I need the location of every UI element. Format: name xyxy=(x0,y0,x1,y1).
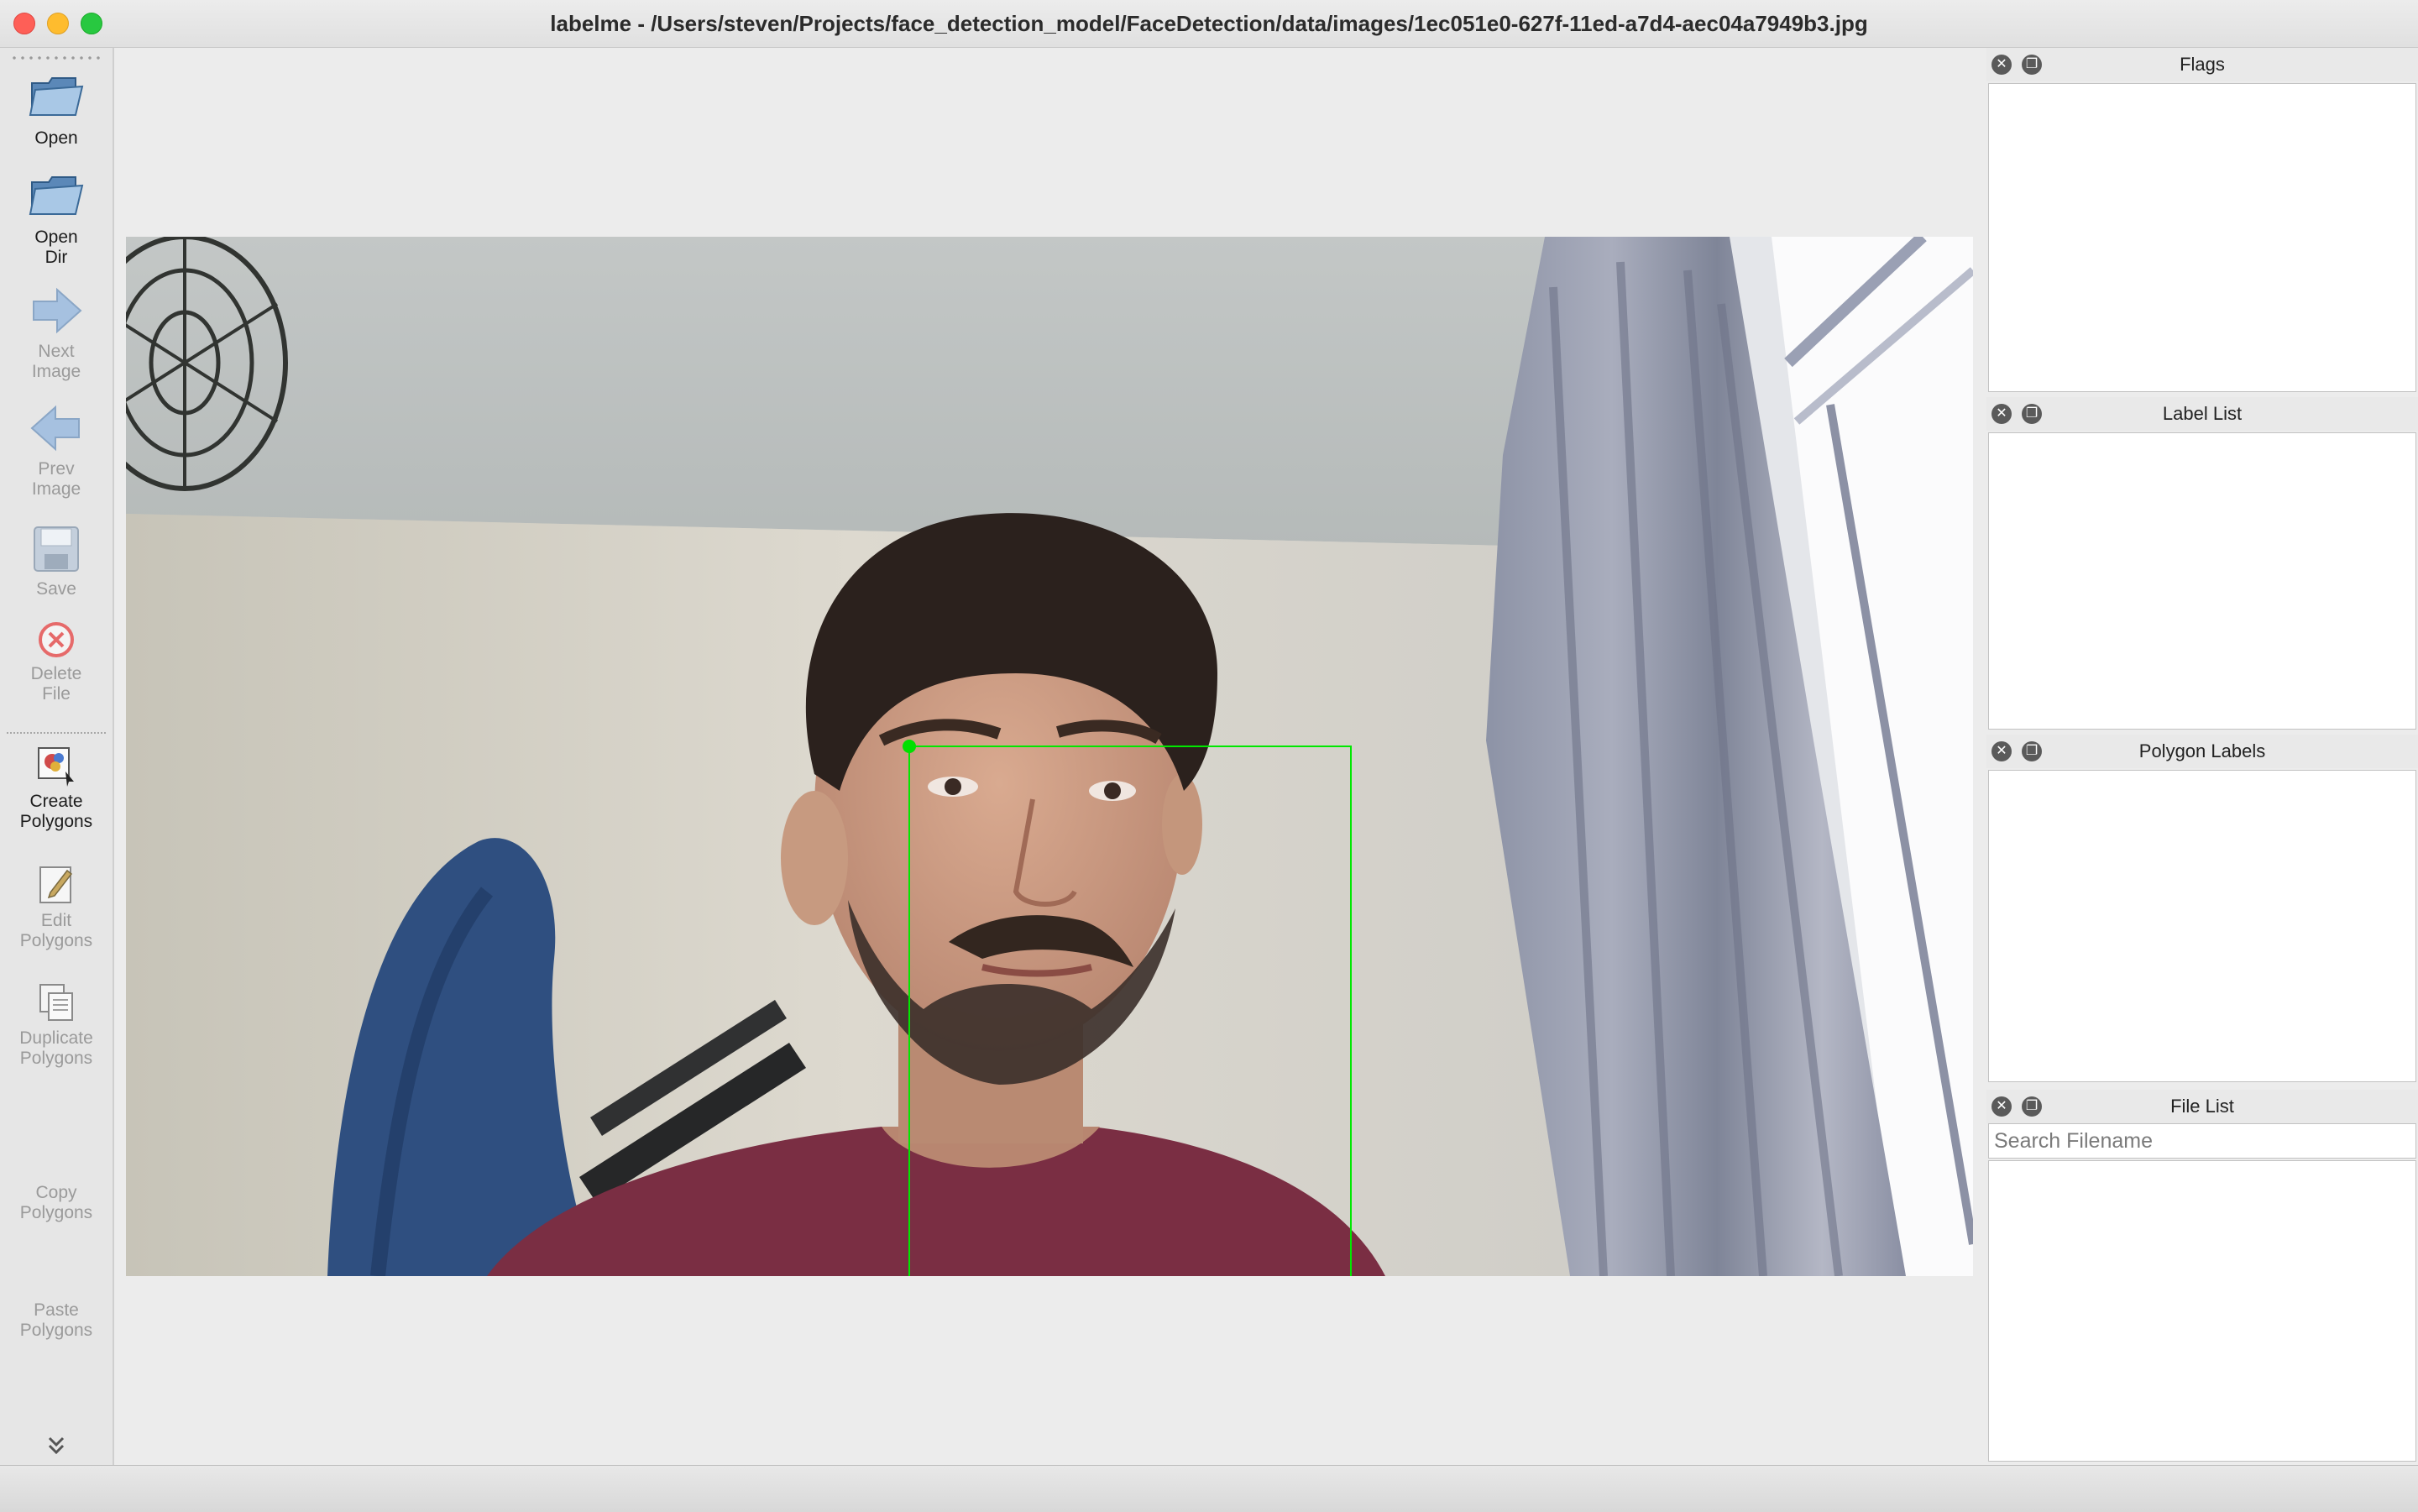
arrow-right-icon xyxy=(33,287,82,334)
flags-list[interactable] xyxy=(1988,83,2416,392)
bbox-vertex-top-left[interactable] xyxy=(903,740,916,753)
edit-polygons-label: Edit Polygons xyxy=(19,911,93,950)
save-label: Save xyxy=(36,579,76,599)
search-filename-input[interactable] xyxy=(1988,1123,2416,1159)
toolbar-separator xyxy=(7,732,106,734)
delete-file-label: Delete File xyxy=(30,664,82,704)
open-button[interactable]: Open xyxy=(0,66,113,149)
flags-dock-header[interactable]: ✕ ❐ Flags xyxy=(1986,48,2418,81)
label-list[interactable] xyxy=(1988,432,2416,730)
folder-open-icon xyxy=(29,176,84,215)
arrow-left-icon xyxy=(30,405,80,452)
open-label: Open xyxy=(34,128,78,148)
duplicate-icon xyxy=(39,984,73,1021)
flags-title: Flags xyxy=(2180,54,2225,75)
file-list-dock-header[interactable]: ✕ ❐ File List xyxy=(1986,1090,2418,1123)
folder-open-icon xyxy=(29,77,84,116)
file-list-dock: ✕ ❐ File List xyxy=(1986,1090,2418,1465)
left-toolbar: Open Open Dir Next Image Prev Image Save xyxy=(0,48,114,1465)
status-bar xyxy=(0,1465,2418,1512)
open-dir-label: Open Dir xyxy=(34,228,78,267)
delete-circle-icon xyxy=(39,622,74,657)
polygon-labels-dock-header[interactable]: ✕ ❐ Polygon Labels xyxy=(1986,735,2418,768)
prev-image-label: Prev Image xyxy=(31,459,81,499)
edit-polygons-button[interactable]: Edit Polygons xyxy=(0,862,113,951)
delete-file-button[interactable]: Delete File xyxy=(0,619,113,704)
label-list-dock-header[interactable]: ✕ ❐ Label List xyxy=(1986,397,2418,431)
next-image-button[interactable]: Next Image xyxy=(0,283,113,382)
chevron-down-icon xyxy=(48,1436,65,1455)
create-polygons-label: Create Polygons xyxy=(19,792,93,831)
file-list-title: File List xyxy=(2170,1096,2234,1117)
toolbar-grip[interactable] xyxy=(10,56,104,60)
edit-pencil-icon xyxy=(39,866,73,903)
face-bounding-box[interactable] xyxy=(903,740,1352,1276)
paste-polygons-label: Paste Polygons xyxy=(19,1300,93,1340)
double-chevron-down-icon[interactable] xyxy=(46,1433,66,1458)
title-bar: labelme - /Users/steven/Projects/face_de… xyxy=(0,0,2418,48)
file-list[interactable] xyxy=(1988,1160,2416,1462)
paste-polygons-button[interactable]: Paste Polygons xyxy=(0,1297,113,1341)
duplicate-polygons-label: Duplicate Polygons xyxy=(19,1028,93,1068)
copy-polygons-label: Copy Polygons xyxy=(19,1183,93,1222)
window-title: labelme - /Users/steven/Projects/face_de… xyxy=(550,11,1868,36)
next-image-label: Next Image xyxy=(31,342,81,381)
create-polygon-icon xyxy=(38,747,74,787)
label-list-title: Label List xyxy=(2162,403,2243,424)
photo[interactable] xyxy=(126,237,1973,1276)
label-list-dock: ✕ ❐ Label List xyxy=(1986,397,2418,733)
prev-image-button[interactable]: Prev Image xyxy=(0,400,113,500)
polygon-labels-list[interactable] xyxy=(1988,770,2416,1082)
open-dir-button[interactable]: Open Dir xyxy=(0,165,113,268)
flags-dock: ✕ ❐ Flags xyxy=(1986,48,2418,395)
image-canvas[interactable] xyxy=(114,48,1983,1465)
copy-polygons-button[interactable]: Copy Polygons xyxy=(0,1180,113,1223)
polygon-labels-dock: ✕ ❐ Polygon Labels xyxy=(1986,735,2418,1086)
save-button[interactable]: Save xyxy=(0,522,113,599)
create-polygons-button[interactable]: Create Polygons xyxy=(0,743,113,832)
polygon-labels-title: Polygon Labels xyxy=(2138,740,2266,761)
duplicate-polygons-button[interactable]: Duplicate Polygons xyxy=(0,980,113,1069)
floppy-disk-icon xyxy=(34,526,79,572)
